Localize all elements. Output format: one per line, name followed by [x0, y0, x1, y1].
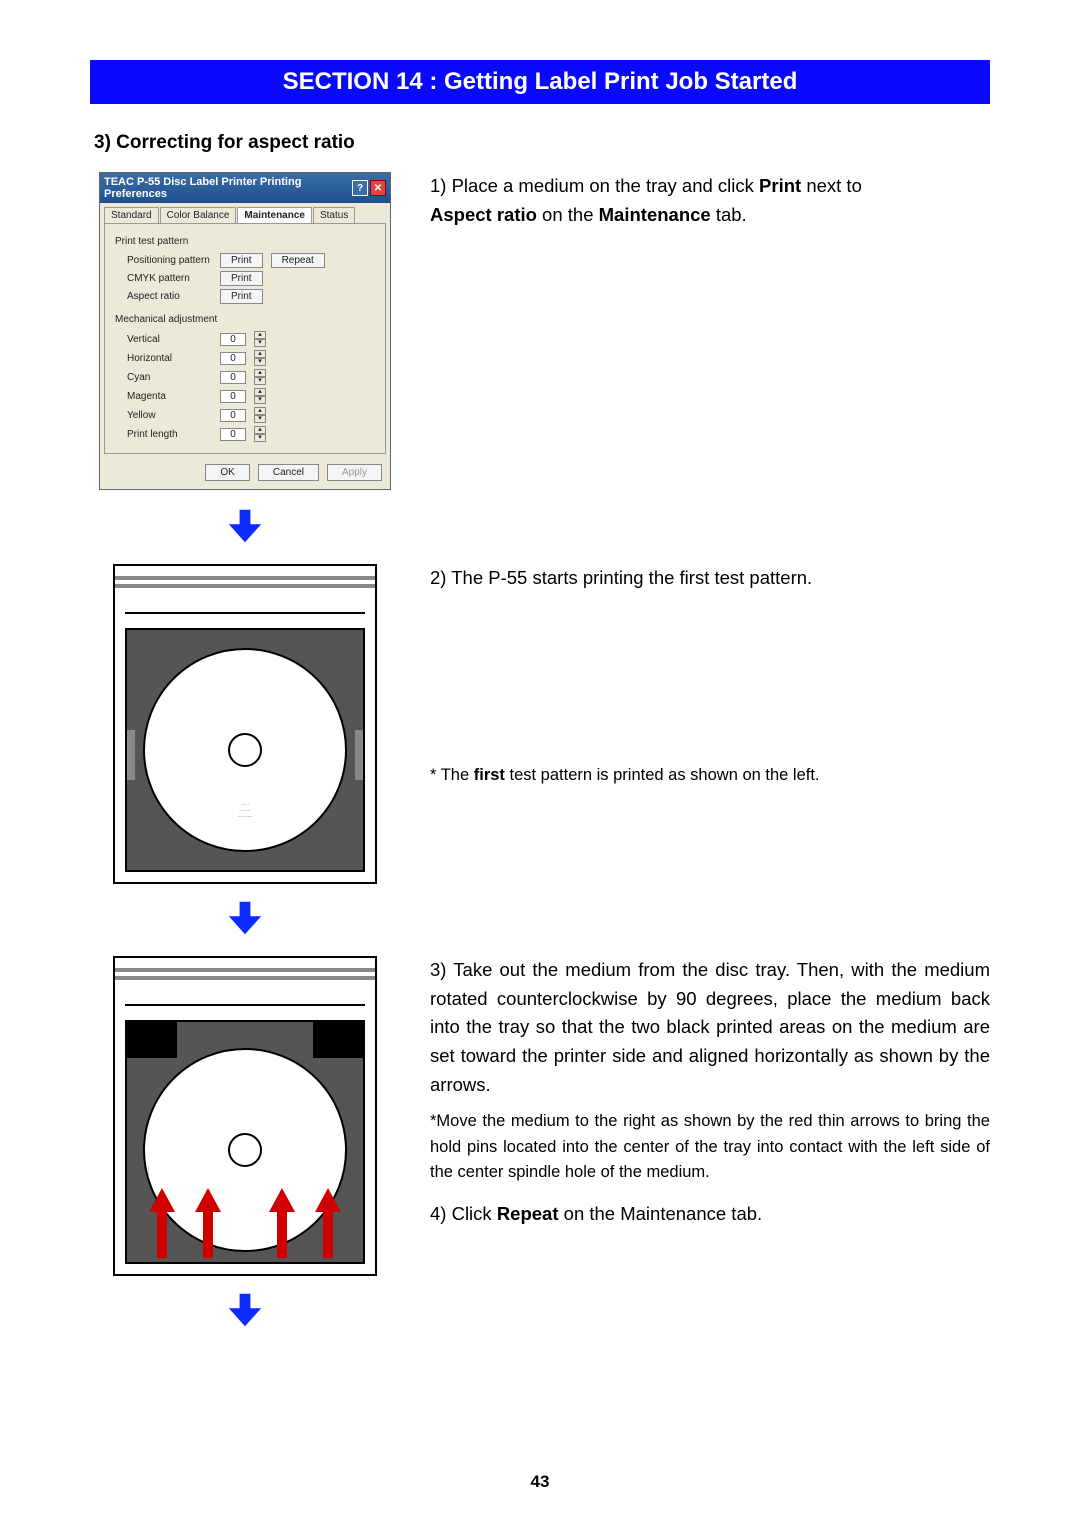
cancel-button[interactable]: Cancel: [258, 464, 319, 481]
adj-magenta: Magenta: [127, 391, 212, 402]
note-2: * The first test pattern is printed as s…: [430, 763, 990, 789]
print-button-aspect[interactable]: Print: [220, 289, 263, 304]
close-icon[interactable]: ✕: [370, 180, 386, 196]
spinner-icon[interactable]: ▴▾: [254, 331, 266, 347]
down-arrow-icon: [227, 1292, 263, 1328]
positioning-label: Positioning pattern: [127, 255, 212, 266]
spinner-icon[interactable]: ▴▾: [254, 350, 266, 366]
print-button-positioning[interactable]: Print: [220, 253, 263, 268]
ok-button[interactable]: OK: [205, 464, 249, 481]
magenta-input[interactable]: 0: [220, 390, 246, 403]
adj-horizontal: Horizontal: [127, 353, 212, 364]
spinner-icon[interactable]: ▴▾: [254, 407, 266, 423]
adj-vertical: Vertical: [127, 334, 212, 345]
step-4: 4) Click Repeat on the Maintenance tab.: [430, 1200, 990, 1229]
tray-illustration-1: ·····················: [113, 564, 377, 884]
help-icon[interactable]: ?: [352, 180, 368, 196]
tray-illustration-2: ············: [113, 956, 377, 1276]
step-1: 1) Place a medium on the tray and click …: [430, 172, 990, 229]
aspect-label: Aspect ratio: [127, 291, 212, 302]
step-3: 3) Take out the medium from the disc tra…: [430, 956, 990, 1099]
spinner-icon[interactable]: ▴▾: [254, 426, 266, 442]
red-up-arrow-icon: [195, 1188, 221, 1258]
red-up-arrow-icon: [315, 1188, 341, 1258]
horizontal-input[interactable]: 0: [220, 352, 246, 365]
yellow-input[interactable]: 0: [220, 409, 246, 422]
note-3: *Move the medium to the right as shown b…: [430, 1109, 990, 1186]
print-button-cmyk[interactable]: Print: [220, 271, 263, 286]
repeat-button[interactable]: Repeat: [271, 253, 325, 268]
dialog-title: TEAC P-55 Disc Label Printer Printing Pr…: [104, 176, 352, 200]
tab-status[interactable]: Status: [313, 207, 355, 223]
tab-standard[interactable]: Standard: [104, 207, 159, 223]
adj-printlength: Print length: [127, 429, 212, 440]
adj-cyan: Cyan: [127, 372, 212, 383]
spinner-icon[interactable]: ▴▾: [254, 369, 266, 385]
red-up-arrow-icon: [149, 1188, 175, 1258]
apply-button[interactable]: Apply: [327, 464, 382, 481]
vertical-input[interactable]: 0: [220, 333, 246, 346]
page-number: 43: [0, 1472, 1080, 1492]
group-print-test: Print test pattern: [115, 236, 377, 247]
down-arrow-icon: [227, 900, 263, 936]
preferences-dialog: TEAC P-55 Disc Label Printer Printing Pr…: [99, 172, 391, 490]
subheading: 3) Correcting for aspect ratio: [94, 132, 990, 154]
tab-color-balance[interactable]: Color Balance: [160, 207, 237, 223]
red-up-arrow-icon: [269, 1188, 295, 1258]
cyan-input[interactable]: 0: [220, 371, 246, 384]
dialog-titlebar: TEAC P-55 Disc Label Printer Printing Pr…: [100, 173, 390, 203]
down-arrow-icon: [227, 508, 263, 544]
adj-yellow: Yellow: [127, 410, 212, 421]
printlength-input[interactable]: 0: [220, 428, 246, 441]
section-header: SECTION 14 : Getting Label Print Job Sta…: [90, 60, 990, 104]
spinner-icon[interactable]: ▴▾: [254, 388, 266, 404]
step-2: 2) The P-55 starts printing the first te…: [430, 564, 990, 593]
tab-maintenance[interactable]: Maintenance: [237, 207, 312, 223]
group-mechanical: Mechanical adjustment: [115, 314, 377, 325]
cmyk-label: CMYK pattern: [127, 273, 212, 284]
